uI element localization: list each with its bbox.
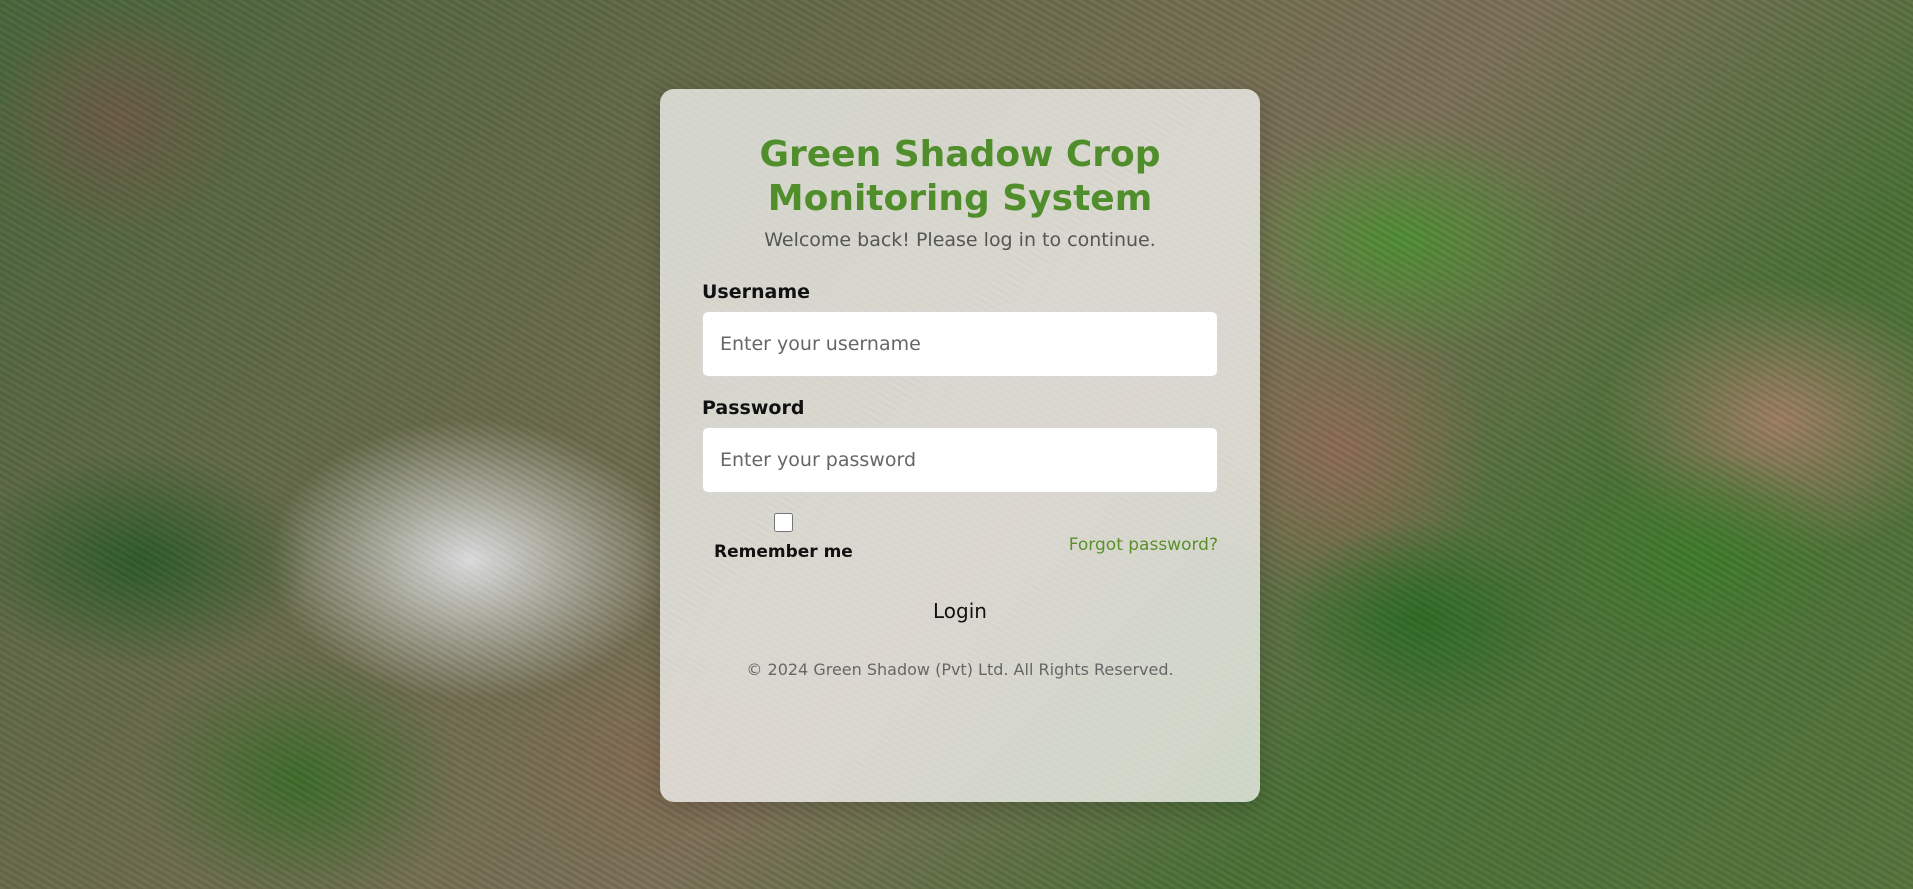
login-card: Green Shadow Crop Monitoring System Welc… [660,89,1260,802]
forgot-password-link[interactable]: Forgot password? [1069,535,1218,555]
welcome-subtitle: Welcome back! Please log in to continue. [764,229,1156,251]
login-button[interactable]: Login [927,598,993,624]
remember-forgot-row: Remember me Forgot password? [702,513,1218,562]
username-input[interactable] [702,311,1218,377]
remember-me-group: Remember me [714,513,853,562]
password-label: Password [702,397,805,419]
copyright-footer: © 2024 Green Shadow (Pvt) Ltd. All Right… [746,660,1174,679]
page-title: Green Shadow Crop Monitoring System [759,134,1161,219]
password-input[interactable] [702,427,1218,493]
remember-me-label: Remember me [714,542,853,562]
remember-me-checkbox[interactable] [773,513,793,532]
username-label: Username [702,281,811,303]
